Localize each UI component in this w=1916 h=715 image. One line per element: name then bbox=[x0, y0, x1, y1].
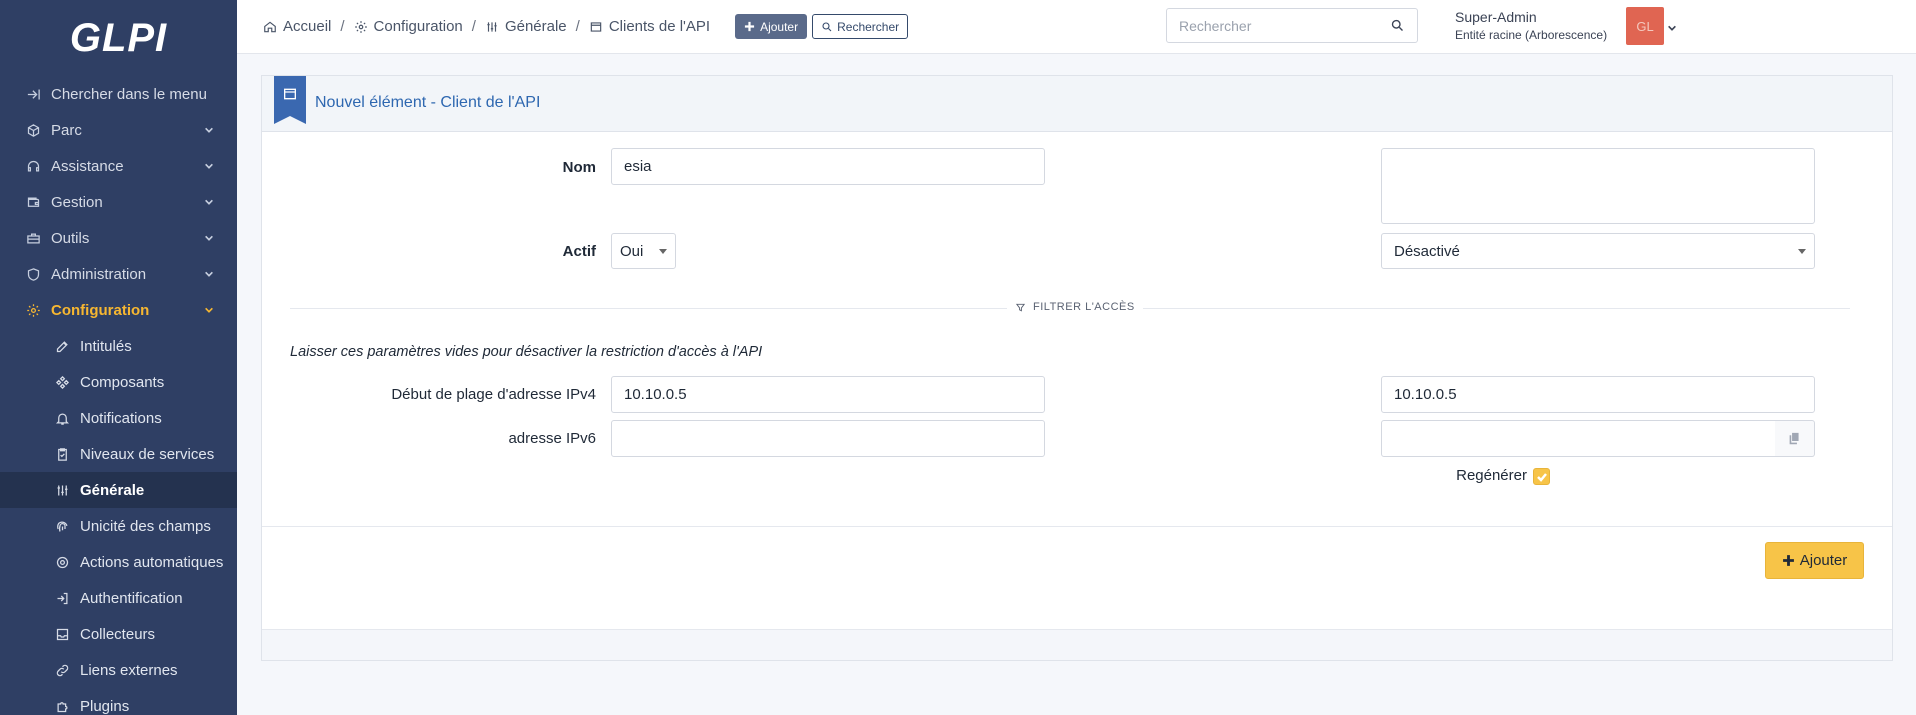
ribbon-badge bbox=[274, 76, 306, 124]
glpi-logo[interactable]: GLPI bbox=[0, 0, 237, 76]
chevron-down-icon bbox=[203, 160, 215, 172]
ipv4-start-label: Début de plage d'adresse IPv4 bbox=[391, 386, 596, 403]
add-button-top[interactable]: Ajouter bbox=[735, 14, 808, 39]
form-footer-divider bbox=[262, 526, 1892, 527]
box-icon bbox=[25, 122, 41, 138]
global-search-input[interactable] bbox=[1167, 9, 1377, 42]
global-search bbox=[1166, 8, 1418, 43]
filter-icon bbox=[1015, 303, 1026, 311]
window-icon bbox=[284, 88, 296, 100]
sidebar-subitem-collecteurs[interactable]: Collecteurs bbox=[0, 616, 237, 652]
submit-add-button[interactable]: Ajouter bbox=[1765, 542, 1864, 579]
avatar[interactable]: GL bbox=[1626, 7, 1664, 45]
home-icon bbox=[264, 21, 276, 32]
sidebar-item-outils[interactable]: Outils bbox=[0, 220, 237, 256]
user-entity: Entité racine (Arborescence) bbox=[1455, 28, 1608, 42]
regenerate-label: Regénérer bbox=[1456, 467, 1527, 484]
clipboard-icon bbox=[54, 446, 70, 462]
page-title: Nouvel élément - Client de l'API bbox=[315, 94, 541, 111]
login-icon bbox=[54, 590, 70, 606]
user-name: Super-Admin bbox=[1455, 9, 1537, 25]
sliders-icon bbox=[54, 482, 70, 498]
sliders-icon bbox=[487, 21, 497, 32]
breadcrumb: Accueil / Configuration / Générale / Cli… bbox=[263, 18, 710, 35]
comments-textarea[interactable] bbox=[1381, 148, 1815, 224]
sidebar: GLPI Chercher dans le menu Parc Assistan… bbox=[0, 0, 237, 715]
bell-icon bbox=[54, 410, 70, 426]
copy-token-button[interactable] bbox=[1775, 420, 1815, 457]
topbar: Accueil / Configuration / Générale / Cli… bbox=[237, 0, 1916, 54]
sidebar-item-assistance[interactable]: Assistance bbox=[0, 148, 237, 184]
arrow-right-icon bbox=[25, 86, 41, 102]
wallet-icon bbox=[25, 194, 41, 210]
check-icon bbox=[1536, 472, 1547, 482]
breadcrumb-generale[interactable]: Générale bbox=[485, 18, 567, 35]
link-icon bbox=[54, 662, 70, 678]
fingerprint-icon bbox=[54, 518, 70, 534]
headset-icon bbox=[25, 158, 41, 174]
sidebar-subitem-actions-automatiques[interactable]: Actions automatiques bbox=[0, 544, 237, 580]
sidebar-subitem-plugins[interactable]: Plugins bbox=[0, 688, 237, 715]
chevron-down-icon bbox=[203, 196, 215, 208]
filter-access-section: FILTRER L'ACCÈS bbox=[1007, 301, 1143, 313]
puzzle-icon bbox=[54, 698, 70, 714]
card-header: Nouvel élément - Client de l'API bbox=[262, 76, 1892, 132]
sidebar-subitem-composants[interactable]: Composants bbox=[0, 364, 237, 400]
filter-hint: Laisser ces paramètres vides pour désact… bbox=[290, 344, 763, 360]
edit-icon bbox=[54, 338, 70, 354]
plus-icon bbox=[1782, 555, 1794, 566]
sidebar-subitem-notifications[interactable]: Notifications bbox=[0, 400, 237, 436]
regenerate-checkbox[interactable] bbox=[1533, 468, 1550, 485]
briefcase-icon bbox=[25, 230, 41, 246]
sidebar-subitem-generale[interactable]: Générale bbox=[0, 472, 237, 508]
sidebar-subitem-intitules[interactable]: Intitulés bbox=[0, 328, 237, 364]
sidebar-subitem-unicite-champs[interactable]: Unicité des champs bbox=[0, 508, 237, 544]
log-connections-select[interactable]: Désactivé bbox=[1381, 233, 1815, 269]
chevron-down-icon bbox=[203, 268, 215, 280]
chevron-down-icon bbox=[203, 124, 215, 136]
sidebar-item-administration[interactable]: Administration bbox=[0, 256, 237, 292]
breadcrumb-api-clients[interactable]: Clients de l'API bbox=[589, 18, 710, 35]
shield-icon bbox=[25, 266, 41, 282]
name-label: Nom bbox=[562, 159, 596, 176]
breadcrumb-home[interactable]: Accueil bbox=[263, 18, 331, 35]
ipv4-end-input[interactable] bbox=[1381, 376, 1815, 413]
app-token-input[interactable] bbox=[1381, 420, 1776, 457]
chevron-down-icon[interactable] bbox=[1667, 20, 1677, 37]
sidebar-subitem-niveaux-services[interactable]: Niveaux de services bbox=[0, 436, 237, 472]
settings-icon bbox=[54, 554, 70, 570]
inbox-icon bbox=[54, 626, 70, 642]
ipv6-label: adresse IPv6 bbox=[508, 430, 596, 447]
card-footer bbox=[262, 629, 1892, 660]
breadcrumb-configuration[interactable]: Configuration bbox=[354, 18, 463, 35]
search-icon bbox=[822, 21, 832, 31]
sidebar-item-parc[interactable]: Parc bbox=[0, 112, 237, 148]
gear-icon bbox=[25, 302, 41, 318]
sidebar-search-menu[interactable]: Chercher dans le menu bbox=[0, 76, 237, 112]
copy-icon bbox=[1789, 432, 1799, 445]
components-icon bbox=[54, 374, 70, 390]
caret-down-icon bbox=[659, 249, 667, 254]
active-label: Actif bbox=[562, 243, 596, 260]
sidebar-item-configuration[interactable]: Configuration bbox=[0, 292, 237, 328]
sidebar-subitem-liens-externes[interactable]: Liens externes bbox=[0, 652, 237, 688]
search-button-top[interactable]: Rechercher bbox=[812, 14, 909, 39]
sidebar-item-gestion[interactable]: Gestion bbox=[0, 184, 237, 220]
search-icon[interactable] bbox=[1377, 18, 1417, 33]
api-client-form-card: Nouvel élément - Client de l'API Nom Com… bbox=[261, 75, 1893, 661]
plus-icon bbox=[744, 21, 755, 32]
chevron-down-icon bbox=[203, 232, 215, 244]
chevron-down-icon bbox=[203, 304, 215, 316]
gear-icon bbox=[354, 20, 367, 33]
active-select[interactable]: Oui bbox=[611, 233, 676, 269]
window-icon bbox=[590, 21, 602, 32]
sidebar-subitem-authentification[interactable]: Authentification bbox=[0, 580, 237, 616]
caret-down-icon bbox=[1798, 249, 1806, 254]
user-menu[interactable]: Super-Admin Entité racine (Arborescence) bbox=[1455, 9, 1607, 42]
